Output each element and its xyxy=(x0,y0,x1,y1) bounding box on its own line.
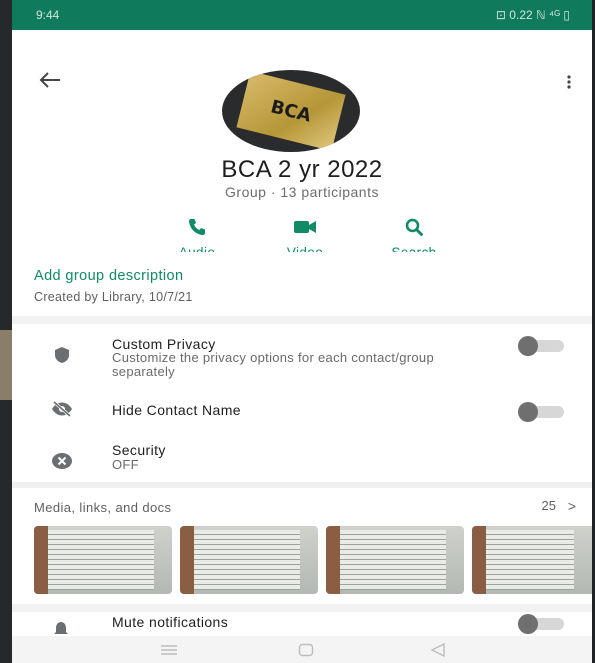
media-thumbnail[interactable] xyxy=(180,526,318,594)
created-by-text: Created by Library, 10/7/21 xyxy=(34,290,193,304)
chevron-right-icon[interactable]: > xyxy=(568,498,576,514)
video-icon xyxy=(294,221,316,233)
home-button[interactable] xyxy=(298,643,314,662)
media-thumbnail[interactable] xyxy=(34,526,172,594)
shield-icon xyxy=(48,344,76,366)
media-thumbnail[interactable] xyxy=(472,526,592,594)
nav-back-button[interactable] xyxy=(430,642,446,663)
background-strip xyxy=(0,0,12,663)
more-vertical-icon xyxy=(567,75,571,89)
hide-contact-name-row[interactable]: Hide Contact Name xyxy=(12,392,592,428)
group-name: BCA 2 yr 2022 xyxy=(221,156,383,183)
mute-notifications-row[interactable]: Mute notifications xyxy=(12,612,592,636)
mute-notifications-label: Mute notifications xyxy=(112,614,229,630)
media-count: 25 xyxy=(541,498,556,513)
mute-notifications-toggle[interactable] xyxy=(518,614,564,634)
custom-privacy-description: Customize the privacy options for each c… xyxy=(112,350,434,379)
add-group-description-link[interactable]: Add group description xyxy=(34,268,570,284)
phone-icon xyxy=(189,219,205,235)
phone-screen: 9:44 ⊡ 0.22 ℕ ⁴ᴳ ▯ BCA BCA 2 yr 2022 Gro… xyxy=(12,0,592,663)
status-bar: 9:44 ⊡ 0.22 ℕ ⁴ᴳ ▯ xyxy=(12,0,592,30)
system-navigation-bar xyxy=(12,636,592,663)
security-label: Security xyxy=(112,442,166,458)
home-square-icon xyxy=(298,643,314,657)
custom-privacy-toggle[interactable] xyxy=(518,336,564,356)
status-indicators: ⊡ 0.22 ℕ ⁴ᴳ ▯ xyxy=(495,8,570,22)
group-avatar[interactable]: BCA xyxy=(222,70,360,152)
more-options-button[interactable] xyxy=(566,74,572,90)
privacy-settings-section: Custom Privacy Customize the privacy opt… xyxy=(12,324,592,482)
arrow-left-icon xyxy=(39,72,60,88)
group-subtitle: Group · 13 participants xyxy=(225,184,379,200)
media-thumbnail[interactable] xyxy=(326,526,464,594)
status-time: 9:44 xyxy=(36,8,60,22)
media-links-docs-section[interactable]: Media, links, and docs 25 > xyxy=(12,488,592,604)
eye-off-icon xyxy=(48,398,76,420)
avatar-logo-plate: BCA xyxy=(236,71,346,151)
security-off-icon xyxy=(48,450,76,472)
security-value: OFF xyxy=(112,457,139,472)
hide-contact-name-label: Hide Contact Name xyxy=(112,402,241,418)
background-photo-band xyxy=(0,330,12,400)
menu-lines-icon xyxy=(161,645,177,655)
custom-privacy-row[interactable]: Custom Privacy Customize the privacy opt… xyxy=(12,324,592,384)
triangle-back-icon xyxy=(430,642,445,658)
group-header: BCA BCA 2 yr 2022 Group · 13 participant… xyxy=(12,30,592,272)
security-row[interactable]: Security OFF xyxy=(12,436,592,482)
hide-contact-name-toggle[interactable] xyxy=(518,402,564,422)
media-header: Media, links, and docs xyxy=(34,500,172,515)
search-icon xyxy=(405,218,423,236)
back-button[interactable] xyxy=(38,70,62,90)
group-description-section: Add group description Created by Library… xyxy=(12,252,592,316)
recents-button[interactable] xyxy=(160,643,178,661)
avatar-logo-text: BCA xyxy=(268,95,314,127)
